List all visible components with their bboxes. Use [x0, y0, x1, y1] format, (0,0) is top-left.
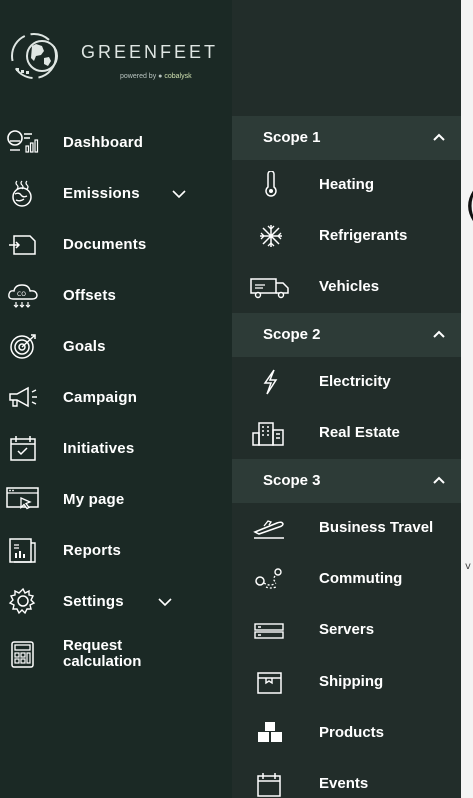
gear-icon	[8, 587, 36, 615]
chevron-down-icon[interactable]	[158, 597, 172, 607]
nav-settings-label: Settings	[63, 592, 124, 610]
scope1-label: Scope 1	[263, 129, 321, 146]
submenu-item-servers[interactable]: Servers	[232, 610, 461, 650]
scope1-header[interactable]: Scope 1	[232, 116, 461, 160]
scope2-label: Scope 2	[263, 326, 321, 343]
nav-campaign[interactable]: Campaign	[0, 377, 232, 417]
submenu-item-real-estate[interactable]: Real Estate	[232, 413, 461, 453]
nav-campaign-label: Campaign	[63, 388, 138, 406]
truck-icon	[250, 278, 289, 299]
package-icon	[257, 672, 282, 694]
nav-dashboard-label: Dashboard	[63, 133, 144, 151]
nav-dashboard[interactable]: Dashboard	[0, 122, 232, 162]
powered-by-text: powered by	[120, 73, 157, 80]
snowflake-icon	[260, 225, 282, 247]
calendar-check-icon	[10, 436, 36, 461]
business-travel-label: Business Travel	[319, 519, 434, 536]
products-label: Products	[319, 724, 385, 741]
nav-initiatives-label: Initiatives	[63, 439, 135, 457]
submenu-item-electricity[interactable]: Electricity	[232, 362, 461, 402]
dashboard-icon	[7, 130, 39, 153]
calendar-icon	[257, 773, 281, 797]
browser-cursor-icon	[6, 487, 39, 510]
servers-label: Servers	[319, 621, 375, 638]
co2-cloud-icon: CO	[8, 284, 38, 308]
megaphone-icon	[9, 386, 37, 408]
svg-text:CO: CO	[17, 291, 26, 298]
globe-logo-icon	[11, 33, 58, 79]
powered-by: powered by ● cobalysk	[120, 73, 192, 80]
thermometer-icon	[265, 171, 277, 197]
logo[interactable]: GREENFEET powered by ● cobalysk	[8, 30, 223, 86]
nav-offsets[interactable]: CO Offsets	[0, 275, 232, 315]
refrigerants-label: Refrigerants	[319, 227, 408, 244]
boxes-icon	[258, 722, 282, 742]
nav-offsets-label: Offsets	[63, 286, 117, 304]
emissions-icon	[12, 180, 32, 207]
report-icon	[9, 538, 36, 563]
submenu-item-shipping[interactable]: Shipping	[232, 662, 461, 702]
scope2-header[interactable]: Scope 2	[232, 313, 461, 357]
background-glyph: (	[465, 186, 473, 226]
nav-my-page[interactable]: My page	[0, 479, 232, 519]
nav-request-label-line1: Request	[63, 637, 123, 654]
server-icon	[254, 623, 284, 639]
nav-reports[interactable]: Reports	[0, 530, 232, 570]
route-pin-icon	[255, 568, 282, 589]
building-icon	[252, 422, 284, 446]
chevron-up-icon[interactable]	[432, 132, 446, 142]
airplane-takeoff-icon	[253, 520, 284, 539]
nav-my-page-label: My page	[63, 490, 125, 508]
nav-documents-label: Documents	[63, 235, 147, 253]
submenu-item-vehicles[interactable]: Vehicles	[232, 267, 461, 307]
nav-emissions-label: Emissions	[63, 184, 140, 202]
nav-goals[interactable]: Goals	[0, 326, 232, 366]
nav-request-label-line2: calculation	[63, 653, 142, 670]
target-icon	[10, 334, 36, 359]
scope3-header[interactable]: Scope 3	[232, 459, 461, 503]
shipping-label: Shipping	[319, 673, 384, 690]
background-page-edge: ( v	[461, 0, 473, 798]
documents-icon	[9, 235, 36, 255]
vehicles-label: Vehicles	[319, 278, 380, 295]
nav-initiatives[interactable]: Initiatives	[0, 428, 232, 468]
chevron-up-icon[interactable]	[432, 329, 446, 339]
lightning-icon	[263, 369, 278, 395]
nav-settings[interactable]: Settings	[0, 581, 232, 621]
real-estate-label: Real Estate	[319, 424, 400, 441]
events-label: Events	[319, 775, 369, 792]
nav-request-calculation[interactable]: Request calculation	[0, 634, 232, 680]
heating-label: Heating	[319, 176, 375, 193]
submenu-item-commuting[interactable]: Commuting	[232, 559, 461, 599]
background-glyph-small: v	[465, 561, 471, 572]
nav-reports-label: Reports	[63, 541, 122, 559]
chevron-up-icon[interactable]	[432, 475, 446, 485]
submenu-item-events[interactable]: Events	[232, 764, 461, 798]
nav-documents[interactable]: Documents	[0, 224, 232, 264]
submenu-item-refrigerants[interactable]: Refrigerants	[232, 216, 461, 256]
submenu-item-heating[interactable]: Heating	[232, 165, 461, 205]
chevron-down-icon[interactable]	[172, 189, 186, 199]
powered-company: cobalysk	[164, 73, 192, 80]
nav-emissions[interactable]: Emissions	[0, 173, 232, 213]
nav-goals-label: Goals	[63, 337, 106, 355]
commuting-label: Commuting	[319, 570, 403, 587]
submenu-item-business-travel[interactable]: Business Travel	[232, 508, 461, 548]
scope3-label: Scope 3	[263, 472, 321, 489]
electricity-label: Electricity	[319, 373, 391, 390]
brand-name: GREENFEET	[81, 42, 219, 62]
submenu-item-products[interactable]: Products	[232, 713, 461, 753]
calculator-icon	[11, 641, 34, 668]
